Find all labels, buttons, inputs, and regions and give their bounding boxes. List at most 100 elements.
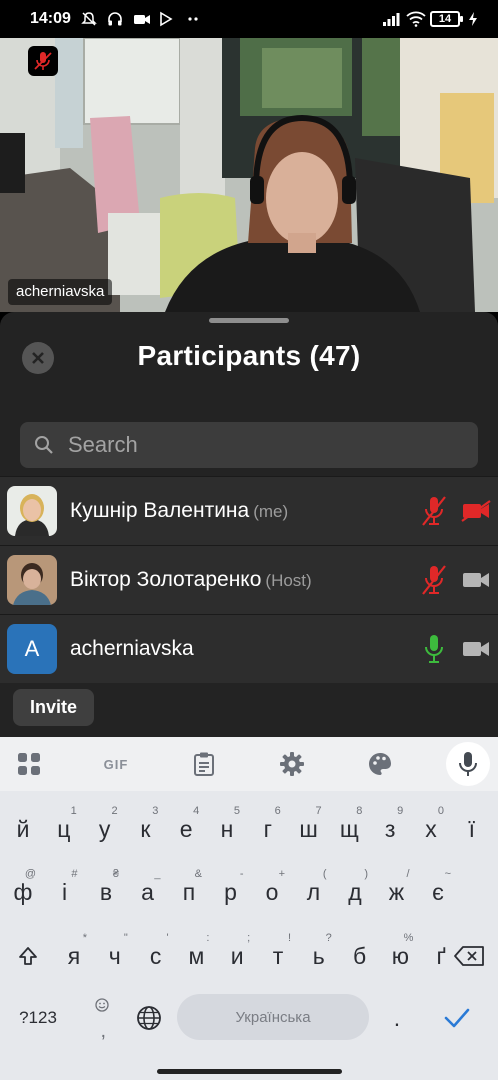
apps-grid-icon[interactable] (14, 749, 44, 779)
mic-active-icon[interactable] (421, 632, 447, 666)
key-ф[interactable]: ф @ (4, 864, 42, 920)
key-hint: % (403, 932, 414, 944)
key-п[interactable]: п & (170, 864, 208, 920)
key-label: х (425, 815, 437, 842)
key-ж[interactable]: ж / (378, 864, 416, 920)
key-р[interactable]: р- (212, 864, 250, 920)
key-в[interactable]: в ₴ (87, 864, 125, 920)
checkmark-icon (444, 1008, 470, 1028)
key-б[interactable]: б (341, 928, 379, 984)
key-ч[interactable]: ч " (96, 928, 134, 984)
key-и[interactable]: и; (218, 928, 256, 984)
key-й[interactable]: й (4, 801, 42, 857)
key-hint: + (278, 868, 285, 880)
key-ь[interactable]: ь? (300, 928, 338, 984)
key-hint: ? (325, 932, 332, 944)
key-hint: - (239, 868, 244, 880)
key-є[interactable]: є ~ (419, 864, 457, 920)
key-label: л (306, 878, 321, 905)
mic-muted-icon[interactable] (421, 563, 447, 597)
search-input[interactable]: Search (20, 422, 478, 468)
key-д[interactable]: д) (336, 864, 374, 920)
key-ю[interactable]: ю% (381, 928, 419, 984)
status-bar: 14:09 14 (0, 0, 498, 38)
mic-muted-icon[interactable] (421, 494, 447, 528)
key-hint: & (194, 868, 202, 880)
key-label: к (140, 815, 151, 842)
key-label: т (272, 942, 284, 969)
participant-list: Кушнір Валентина (me) Віктор Золотаренко… (0, 476, 498, 683)
key-х[interactable]: х0 (412, 801, 450, 857)
key-с[interactable]: с ' (137, 928, 175, 984)
search-icon (35, 436, 53, 454)
key-hint: 5 (233, 805, 240, 817)
backspace-icon (454, 946, 484, 966)
key-hint: 3 (152, 805, 159, 817)
shift-icon (19, 947, 37, 965)
participant-row[interactable]: Віктор Золотаренко (Host) (0, 545, 498, 614)
key-к[interactable]: к3 (126, 801, 164, 857)
participant-name: Віктор Золотаренко (70, 568, 262, 591)
space-bar[interactable]: Українська (177, 994, 369, 1040)
key-ї[interactable]: ї (453, 801, 491, 857)
key-hint: 4 (193, 805, 200, 817)
gesture-nav-bar[interactable] (157, 1069, 342, 1074)
key-у[interactable]: у2 (86, 801, 124, 857)
key-label: д (348, 878, 362, 905)
palette-icon[interactable] (365, 749, 395, 779)
key-hint: 9 (397, 805, 404, 817)
emoji-key-hint: , (100, 1020, 106, 1042)
key-label: щ (339, 815, 359, 842)
key-hint: ~ (444, 868, 451, 880)
participant-row[interactable]: Кушнір Валентина (me) (0, 476, 498, 545)
video-feed[interactable]: acherniavska (0, 38, 498, 312)
key-ш[interactable]: ш7 (290, 801, 328, 857)
enter-key[interactable] (438, 990, 476, 1046)
globe-icon (137, 1006, 161, 1030)
key-н[interactable]: н5 (208, 801, 246, 857)
camera-icon[interactable] (460, 637, 492, 661)
key-е[interactable]: е4 (167, 801, 205, 857)
key-я[interactable]: я * (55, 928, 93, 984)
key-о[interactable]: о + (253, 864, 291, 920)
invite-button[interactable]: Invite (13, 689, 94, 726)
camera-off-icon[interactable] (460, 499, 492, 523)
camera-icon[interactable] (460, 568, 492, 592)
sheet-drag-handle[interactable] (209, 318, 289, 323)
key-hint: @ (24, 868, 36, 880)
key-label: з (384, 815, 396, 842)
shift-key[interactable] (8, 928, 48, 984)
key-label: у (98, 815, 111, 842)
key-з[interactable]: з9 (371, 801, 409, 857)
backspace-key[interactable] (446, 928, 492, 984)
key-л[interactable]: л( (295, 864, 333, 920)
symbols-key[interactable]: ?123 (10, 990, 66, 1046)
more-notifications-icon (185, 11, 201, 27)
language-key[interactable] (130, 990, 168, 1046)
participant-name: Кушнір Валентина (70, 499, 250, 522)
key-м[interactable]: м: (177, 928, 215, 984)
key-г[interactable]: г6 (249, 801, 287, 857)
key-label: я (67, 942, 81, 969)
avatar (7, 486, 57, 536)
key-ц[interactable]: ц1 (45, 801, 83, 857)
emoji-key[interactable]: , (83, 990, 121, 1046)
close-button[interactable] (22, 342, 54, 374)
key-label: ь (312, 942, 325, 969)
key-label: м (188, 942, 205, 969)
status-time: 14:09 (30, 10, 71, 27)
voice-input-button[interactable] (446, 742, 490, 786)
search-placeholder: Search (68, 432, 138, 457)
clipboard-icon[interactable] (189, 749, 219, 779)
settings-gear-icon[interactable] (277, 749, 307, 779)
key-щ[interactable]: щ8 (330, 801, 368, 857)
key-label: ц (57, 815, 71, 842)
key-т[interactable]: т! (259, 928, 297, 984)
period-key[interactable]: . (378, 990, 416, 1046)
key-hint: ) (364, 868, 368, 880)
gif-button[interactable]: GIF (101, 749, 131, 779)
participant-row[interactable]: A acherniavska (0, 614, 498, 683)
key-а[interactable]: а _ (129, 864, 167, 920)
signal-icon (382, 11, 400, 27)
key-і[interactable]: і # (46, 864, 84, 920)
